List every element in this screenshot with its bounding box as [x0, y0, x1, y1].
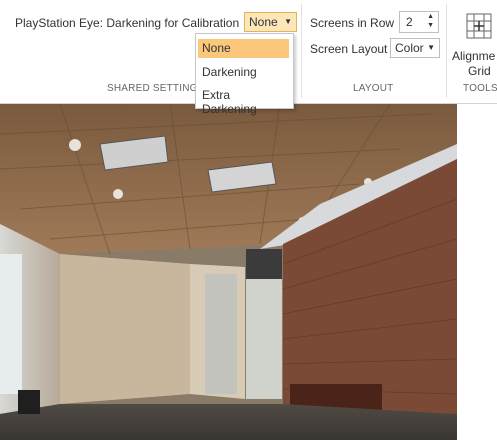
alignment-grid-label-1: Alignme	[452, 49, 496, 63]
alignment-grid-icon	[466, 13, 492, 39]
alignment-grid-button[interactable]: Alignme Grid	[452, 8, 497, 88]
darkening-label: PlayStation Eye: Darkening for Calibrati…	[15, 16, 240, 30]
screen-layout-dropdown[interactable]: Color ▼	[390, 38, 440, 58]
option-darkening[interactable]: Darkening	[198, 63, 289, 82]
group-label-layout: LAYOUT	[353, 83, 394, 94]
right-margin	[457, 104, 497, 440]
group-divider	[446, 4, 447, 98]
darkening-dropdown-list: None Darkening Extra Darkening	[195, 33, 294, 116]
option-none[interactable]: None	[198, 39, 289, 58]
group-label-tools: TOOLS	[463, 83, 497, 94]
spin-down-icon[interactable]: ▼	[427, 22, 434, 29]
darkening-dropdown[interactable]: None ▼	[244, 12, 297, 32]
option-extra-darkening[interactable]: Extra Darkening	[198, 86, 289, 116]
chevron-down-icon: ▼	[284, 17, 292, 26]
alignment-grid-label-2: Grid	[468, 64, 491, 78]
screens-in-row-label: Screens in Row	[310, 16, 395, 30]
camera-feed-image	[0, 104, 457, 440]
screen-layout-value: Color	[395, 41, 424, 55]
darkening-value: None	[249, 15, 278, 29]
group-divider	[301, 4, 302, 98]
spin-up-icon[interactable]: ▲	[427, 13, 434, 20]
group-label-shared-settings: SHARED SETTINGS	[107, 83, 205, 94]
screens-in-row-stepper[interactable]: 2 ▲ ▼	[399, 11, 439, 33]
screens-in-row-value: 2	[406, 15, 413, 29]
screen-layout-label: Screen Layout	[310, 42, 388, 56]
chevron-down-icon: ▼	[427, 43, 435, 52]
